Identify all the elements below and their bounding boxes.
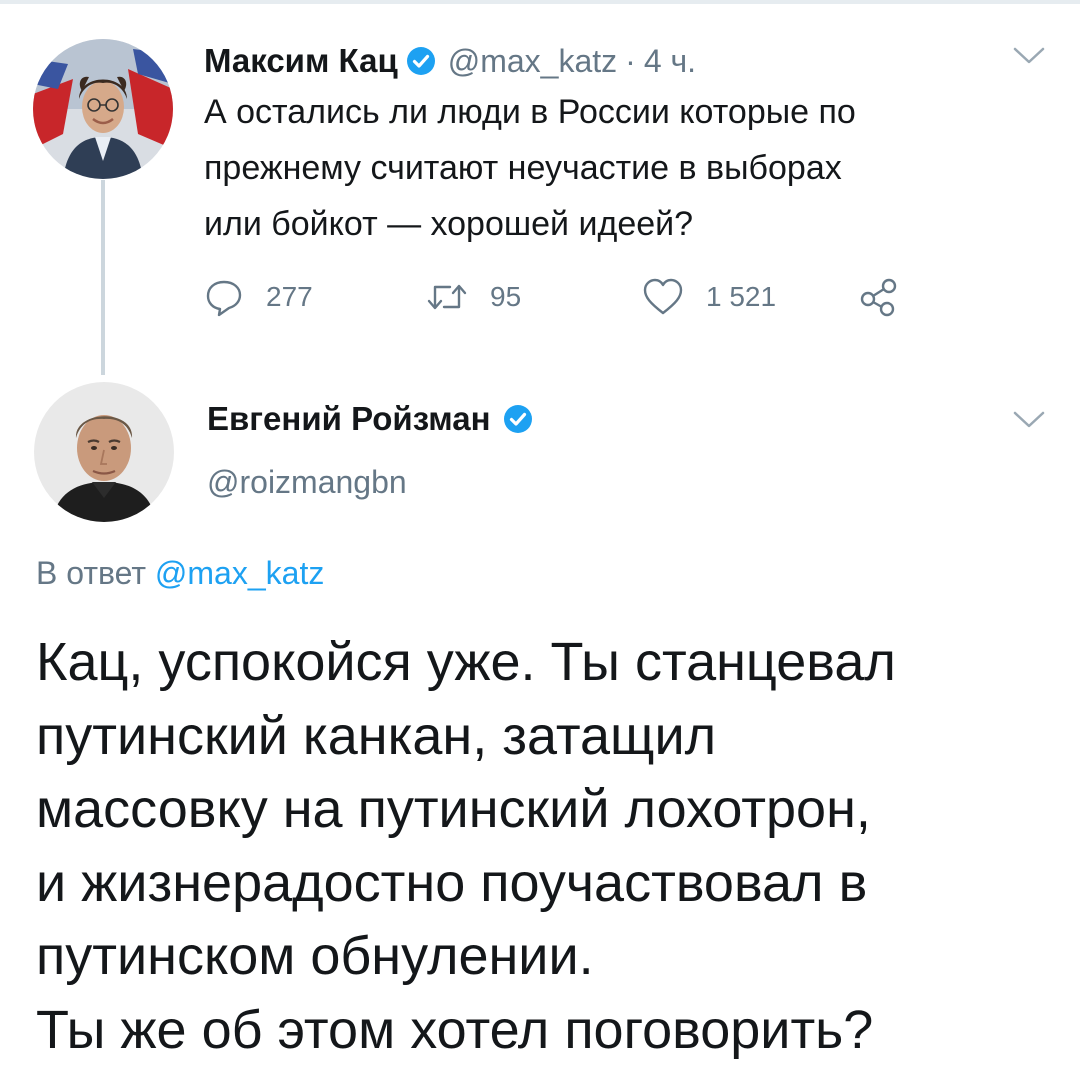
- reply-author-name[interactable]: Евгений Ройзман: [207, 400, 491, 438]
- tweet-actions: 277 95 1 521: [204, 272, 924, 322]
- reply-tweet-text: Кац, успокойся уже. Ты станцевал путинск…: [36, 632, 896, 1060]
- top-divider: [0, 0, 1080, 4]
- reply-icon: [206, 280, 242, 317]
- like-count: 1 521: [706, 281, 777, 312]
- reply-context: В ответ @max_katz: [36, 555, 324, 592]
- thread-connector: [101, 180, 105, 375]
- avatar-max-katz[interactable]: [33, 39, 173, 179]
- reply-prefix: В ответ: [36, 555, 147, 591]
- retweet-icon: [427, 284, 467, 310]
- author-name[interactable]: Максим Кац: [204, 42, 398, 80]
- parent-tweet-text: А остались ли люди в России которые по п…: [204, 93, 856, 243]
- reply-author-handle[interactable]: @roizmangbn: [207, 464, 407, 501]
- verified-badge-icon: [406, 46, 436, 76]
- avatar-roizman[interactable]: [34, 382, 174, 522]
- parent-tweet-header: Максим Кац @max_katz · 4 ч.: [204, 34, 696, 88]
- retweet-button[interactable]: 95: [426, 272, 521, 322]
- like-button[interactable]: 1 521: [642, 272, 776, 322]
- reply-mention-link[interactable]: @max_katz: [155, 555, 324, 591]
- share-button[interactable]: [858, 272, 922, 322]
- chevron-down-icon[interactable]: [1012, 410, 1046, 430]
- retweet-count: 95: [490, 281, 522, 312]
- heart-icon: [643, 278, 683, 315]
- separator-dot: ·: [625, 42, 636, 79]
- reply-tweet-header: Евгений Ройзман: [207, 392, 533, 446]
- reply-button[interactable]: 277: [204, 272, 313, 322]
- tweet-timestamp[interactable]: 4 ч.: [644, 43, 696, 80]
- reply-count: 277: [266, 281, 313, 312]
- author-handle[interactable]: @max_katz: [448, 43, 617, 80]
- chevron-down-icon[interactable]: [1012, 46, 1046, 66]
- verified-badge-icon: [503, 404, 533, 434]
- share-icon: [860, 278, 897, 317]
